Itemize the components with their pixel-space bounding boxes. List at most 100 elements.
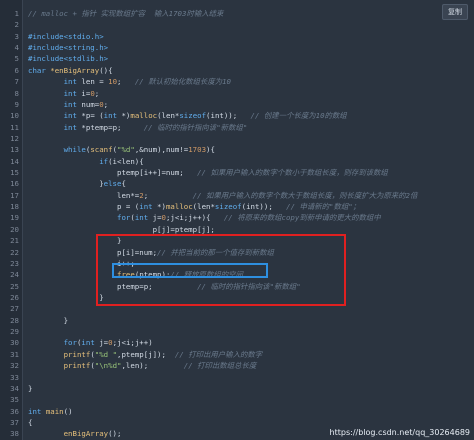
- code-token: int: [134, 213, 149, 223]
- code-token: ;: [117, 77, 135, 87]
- line-number: 7: [14, 77, 19, 87]
- code-token: i=: [76, 88, 91, 98]
- line-number: 26: [10, 292, 19, 302]
- code-text: int len = 10; // 默认初始化数组长度为10: [28, 76, 231, 87]
- code-token: char: [28, 65, 51, 75]
- code-token: *p= (: [76, 111, 104, 121]
- code-line: 19 for(int j=0;j<i;j++){ // 将原来的数组copy到新…: [0, 212, 474, 223]
- code-text: }: [28, 383, 32, 394]
- code-token: // 申请新的"数组"；: [286, 202, 361, 212]
- code-text: int *p= (int *)malloc(len*sizeof(int)); …: [28, 110, 347, 121]
- code-text: }else{: [28, 178, 126, 189]
- code-token: // 临时的指针指向该"新数组": [143, 122, 248, 132]
- line-number: 20: [10, 224, 19, 234]
- code-token: "%d": [117, 145, 135, 155]
- code-token: ,&num),num!=: [134, 145, 189, 155]
- code-text: for(int j=0;j<i;j++){ // 将原来的数组copy到新申请的…: [28, 212, 381, 223]
- code-token: else: [103, 179, 122, 189]
- code-line: 34}: [0, 383, 474, 394]
- code-token: *): [117, 111, 131, 121]
- code-text: for(int j=0;j<i;j++): [28, 337, 153, 348]
- code-text: char *enBigArray(){: [28, 65, 113, 76]
- blue-highlight-box: [112, 263, 268, 278]
- line-number: 17: [10, 190, 19, 200]
- code-line: 1 // malloc + 指针 实现数组扩容 输入1703时输入结束: [0, 8, 474, 19]
- code-token: ){: [206, 145, 215, 155]
- line-number: 37: [10, 417, 19, 427]
- code-text: while(scanf("%d",&num),num!=1703){: [28, 144, 215, 155]
- code-text: enBigArray();: [28, 428, 122, 439]
- code-line: 18 p = (int *)malloc(len*sizeof(int)); /…: [0, 201, 474, 212]
- code-token: ;: [143, 190, 193, 200]
- code-token: int: [28, 406, 42, 416]
- code-token: {: [28, 417, 33, 427]
- code-token: scanf: [90, 145, 113, 155]
- code-line: 17 len*=2; // 如果用户输入的数字个数大于数组长度，则长度扩大为原来…: [0, 190, 474, 201]
- code-text: printf("%d ",ptemp[j]); // 打印出用户输入的数字: [28, 349, 263, 360]
- line-number: 11: [10, 122, 19, 132]
- code-line: 33: [0, 372, 474, 383]
- code-token: // 默认初始化数组长度为10: [134, 77, 231, 87]
- code-text: len*=2; // 如果用户输入的数字个数大于数组长度，则长度扩大为原来的2倍: [28, 190, 417, 201]
- code-line: 4 #include<string.h>: [0, 42, 474, 53]
- code-token: "\n%d": [94, 361, 122, 371]
- code-line: 36 int main(): [0, 406, 474, 417]
- line-number: 5: [14, 54, 19, 64]
- line-number: 24: [10, 270, 19, 280]
- code-lines: 1 // malloc + 指针 实现数组扩容 输入1703时输入结束 2 3 #inc…: [0, 8, 474, 440]
- code-token: // 打印出用户输入的数字: [174, 349, 263, 359]
- line-number: 15: [10, 168, 19, 178]
- code-token: *ptemp=p;: [76, 122, 144, 132]
- line-number: 29: [10, 327, 19, 337]
- code-token: main: [45, 406, 64, 416]
- line-number: 31: [10, 349, 19, 359]
- code-token: "%d ": [94, 349, 118, 359]
- watermark-url: https://blog.csdn.net/qq_30264689: [329, 428, 470, 437]
- copy-button[interactable]: 复制: [442, 4, 468, 20]
- code-token: }: [28, 383, 33, 393]
- code-token: // 如果用户输入的数字个数小于数组长度，则存到该数组: [197, 168, 388, 178]
- code-token: int: [63, 99, 77, 109]
- code-token: *): [152, 202, 166, 212]
- code-editor[interactable]: 1 // malloc + 指针 实现数组扩容 输入1703时输入结束 2 3 #inc…: [0, 0, 474, 440]
- code-token: *enBigArray: [50, 65, 100, 75]
- code-token: // 创建一个长度为10的数组: [250, 111, 347, 121]
- code-token: (): [63, 406, 73, 416]
- code-token: num=: [76, 99, 100, 109]
- line-number: 21: [10, 236, 19, 246]
- code-token: int: [103, 111, 118, 121]
- code-line: 12: [0, 133, 474, 144]
- code-line: 29: [0, 326, 474, 337]
- code-token: j=: [94, 338, 109, 348]
- code-line: 8 int i=0;: [0, 88, 474, 99]
- code-token: int: [63, 88, 77, 98]
- code-text: printf("\n%d",len); // 打印出数组总长度: [28, 360, 257, 371]
- code-token: #include<stdio.h>: [28, 31, 104, 41]
- code-text: #include<stdlib.h>: [28, 53, 108, 64]
- code-token: printf: [63, 361, 91, 371]
- code-token: (int));: [206, 111, 251, 121]
- code-line: 30 for(int j=0;j<i;j++): [0, 337, 474, 348]
- code-token: if: [99, 156, 109, 166]
- code-token: (len*: [157, 111, 180, 121]
- code-token: ;: [94, 88, 100, 98]
- code-line: 15 ptemp[i++]=num; // 如果用户输入的数字个数小于数组长度，…: [0, 167, 474, 178]
- code-token: (i<len){: [108, 156, 144, 166]
- line-number: 35: [10, 395, 19, 405]
- code-token: // 如果用户输入的数字个数大于数组长度，则长度扩大为原来的2倍: [192, 190, 418, 200]
- code-token: (len*: [192, 202, 215, 212]
- line-number: 33: [10, 372, 19, 382]
- code-token: enBigArray: [63, 429, 109, 439]
- code-token: len*=: [28, 190, 140, 200]
- code-text: {: [28, 417, 32, 428]
- code-line: 11 int *ptemp=p; // 临时的指针指向该"新数组": [0, 122, 474, 133]
- line-number: 13: [10, 145, 19, 155]
